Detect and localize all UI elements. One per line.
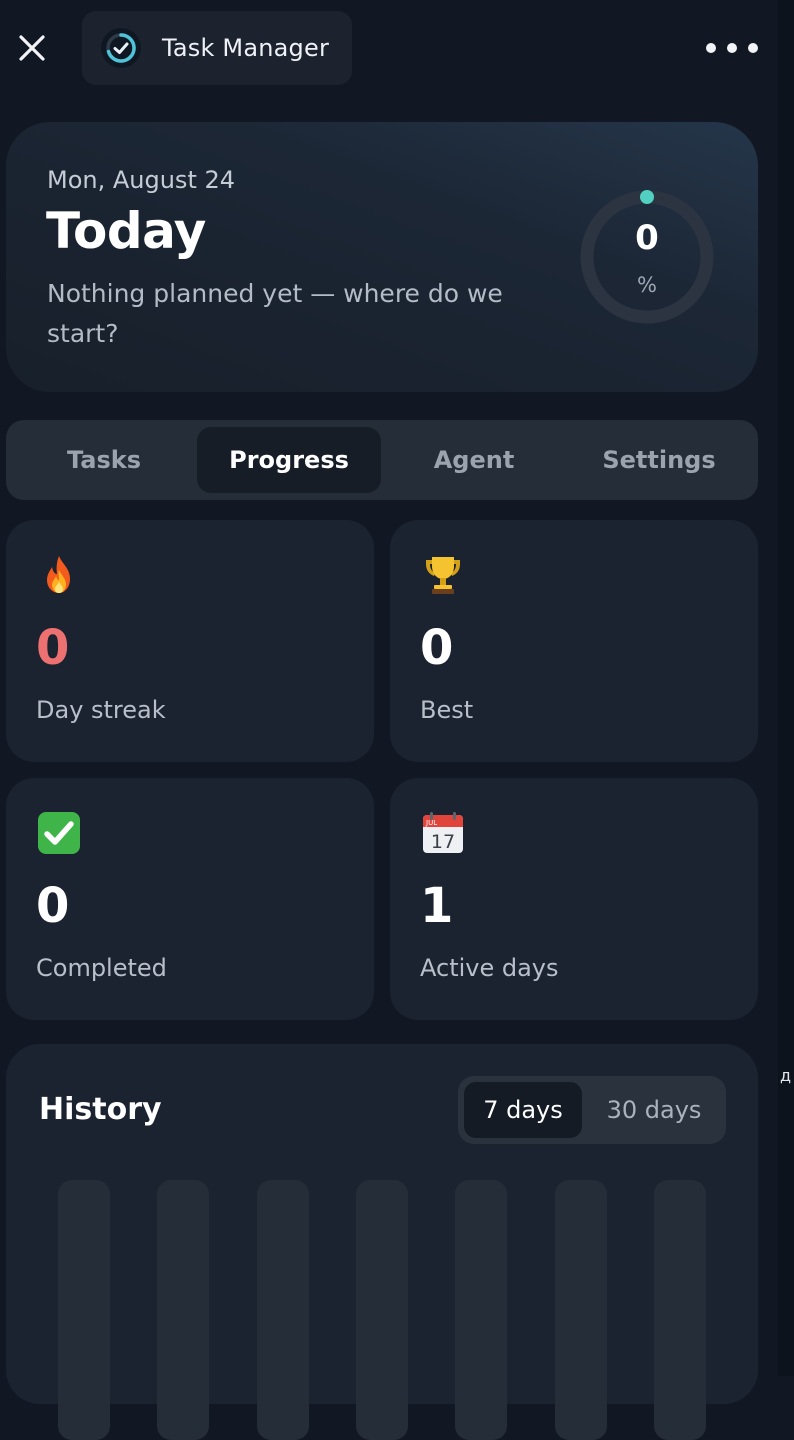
progress-percent-unit: % bbox=[637, 273, 657, 297]
active-days-label: Active days bbox=[420, 954, 559, 982]
main-tabs: Tasks Progress Agent Settings bbox=[6, 420, 758, 500]
fire-icon bbox=[47, 556, 70, 593]
best-streak-value: 0 bbox=[420, 620, 454, 676]
calendar-month-text: JUL bbox=[425, 819, 437, 827]
history-bar bbox=[58, 1180, 110, 1440]
history-bar bbox=[157, 1180, 209, 1440]
tab-tasks[interactable]: Tasks bbox=[12, 427, 196, 493]
today-subtitle: Nothing planned yet — where do we start? bbox=[47, 279, 503, 348]
stat-card-completed: 0 Completed bbox=[6, 778, 374, 1020]
app-title-pill[interactable]: Task Manager bbox=[82, 11, 352, 85]
today-summary-card: Mon, August 24 Today Nothing planned yet… bbox=[6, 122, 758, 392]
stat-card-active-days: JUL 17 1 Active days bbox=[390, 778, 758, 1020]
calendar-icon: JUL 17 bbox=[423, 812, 463, 853]
history-range-toggle: 7 days 30 days bbox=[458, 1076, 726, 1144]
right-edge-strip bbox=[778, 0, 794, 1376]
trophy-icon bbox=[426, 557, 460, 594]
range-7-days-button[interactable]: 7 days bbox=[464, 1082, 582, 1138]
page-title: Today bbox=[46, 202, 206, 260]
tab-settings[interactable]: Settings bbox=[567, 427, 751, 493]
progress-percent-value: 0 bbox=[635, 218, 659, 258]
tab-agent[interactable]: Agent bbox=[382, 427, 566, 493]
history-bar bbox=[257, 1180, 309, 1440]
completed-label: Completed bbox=[36, 954, 167, 982]
history-card: History 7 days 30 days bbox=[6, 1044, 758, 1440]
app-title: Task Manager bbox=[162, 34, 330, 62]
best-streak-label: Best bbox=[420, 696, 474, 724]
stat-card-day-streak: 0 Day streak bbox=[6, 520, 374, 762]
stat-card-best: 0 Best bbox=[390, 520, 758, 762]
progress-ring-indicator bbox=[640, 190, 654, 204]
progress-check-logo-icon bbox=[101, 28, 141, 68]
history-bar bbox=[654, 1180, 706, 1440]
edge-glyph: д bbox=[780, 1066, 792, 1085]
tab-progress[interactable]: Progress bbox=[197, 427, 381, 493]
calendar-day-text: 17 bbox=[431, 831, 455, 853]
more-options-button[interactable] bbox=[706, 36, 758, 60]
range-30-days-button[interactable]: 30 days bbox=[588, 1082, 720, 1138]
day-streak-value: 0 bbox=[36, 620, 70, 676]
more-horizontal-icon bbox=[706, 43, 716, 53]
day-streak-label: Day streak bbox=[36, 696, 166, 724]
more-horizontal-icon bbox=[748, 43, 758, 53]
current-date: Mon, August 24 bbox=[47, 166, 236, 194]
check-mark-icon bbox=[38, 812, 80, 854]
more-horizontal-icon bbox=[727, 43, 737, 53]
active-days-value: 1 bbox=[420, 878, 454, 934]
close-button[interactable] bbox=[14, 30, 50, 66]
history-bar bbox=[356, 1180, 408, 1440]
history-bar bbox=[455, 1180, 507, 1440]
history-bar bbox=[555, 1180, 607, 1440]
close-icon bbox=[19, 35, 45, 61]
completed-value: 0 bbox=[36, 878, 70, 934]
top-bar: Task Manager bbox=[0, 0, 794, 100]
history-title: History bbox=[39, 1092, 162, 1127]
